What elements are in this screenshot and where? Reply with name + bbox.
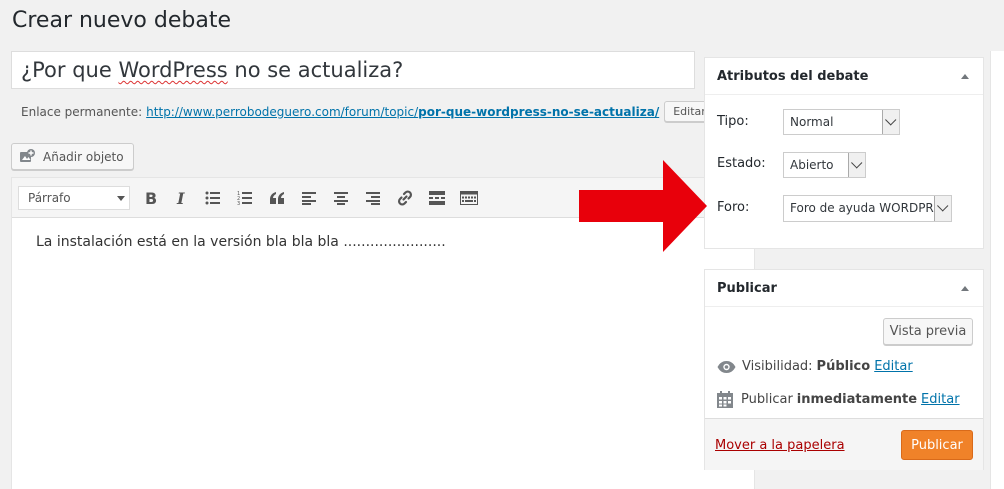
align-right-button[interactable]	[361, 187, 385, 209]
visibility-value: Público	[816, 359, 871, 374]
align-center-icon	[334, 191, 348, 205]
add-media-button[interactable]: Añadir objeto	[11, 143, 134, 170]
topic-attributes-header[interactable]: Atributos del debate	[705, 58, 983, 95]
numbered-list-button[interactable]: 123	[233, 187, 257, 209]
chevron-down-icon	[848, 153, 865, 177]
eye-icon	[717, 360, 736, 373]
bullet-list-button[interactable]	[201, 187, 225, 209]
italic-button[interactable]: I	[169, 187, 193, 209]
add-media-label: Añadir objeto	[43, 149, 124, 164]
schedule-label: Publicar	[741, 392, 793, 407]
read-more-icon	[429, 191, 445, 205]
publish-header[interactable]: Publicar	[705, 270, 983, 307]
schedule-row: Publicar inmediatamente Editar	[717, 391, 960, 408]
collapse-caret-icon[interactable]	[961, 74, 969, 79]
format-select-value: Párrafo	[28, 191, 71, 205]
publish-panel: Publicar Vista previa Visibilidad: Públi…	[704, 269, 984, 470]
add-media-icon	[20, 148, 35, 162]
chevron-down-icon	[117, 196, 125, 201]
post-title-text: ¿Por que WordPress no se actualiza?	[21, 58, 404, 82]
read-more-button[interactable]	[425, 187, 449, 209]
post-title-input[interactable]: ¿Por que WordPress no se actualiza?	[11, 51, 695, 89]
bold-icon: B	[145, 190, 157, 206]
toolbar-toggle-button[interactable]	[457, 187, 481, 209]
visibility-label: Visibilidad:	[742, 359, 813, 374]
align-left-button[interactable]	[297, 187, 321, 209]
publish-title: Publicar	[717, 280, 777, 296]
schedule-edit-link[interactable]: Editar	[921, 392, 960, 407]
chevron-down-icon	[882, 110, 899, 134]
permalink-row: Enlace permanente: http://www.perrobodeg…	[21, 101, 715, 122]
topic-attributes-title: Atributos del debate	[717, 68, 869, 84]
numbered-list-icon: 123	[237, 191, 252, 205]
calendar-icon	[717, 391, 733, 408]
status-select-value: Abierto	[790, 158, 834, 172]
preview-button[interactable]: Vista previa	[883, 318, 973, 345]
forum-select-value: Foro de ayuda WORDPRESS	[790, 201, 952, 215]
type-label: Tipo:	[717, 114, 749, 129]
format-select[interactable]: Párrafo	[18, 186, 130, 210]
italic-icon: I	[176, 190, 185, 206]
permalink-link[interactable]: http://www.perrobodeguero.com/forum/topi…	[146, 105, 659, 119]
visibility-row: Visibilidad: Público Editar	[717, 359, 913, 374]
move-to-trash-link[interactable]: Mover a la papelera	[715, 438, 845, 453]
forum-select[interactable]: Foro de ayuda WORDPRESS	[783, 195, 952, 222]
page-title: Crear nuevo debate	[12, 8, 231, 33]
type-select-value: Normal	[790, 115, 834, 129]
link-icon	[397, 190, 413, 206]
svg-text:I: I	[176, 190, 185, 206]
type-select[interactable]: Normal	[783, 109, 900, 135]
topic-attributes-panel: Atributos del debate Tipo: Normal Estado…	[704, 57, 984, 249]
blockquote-icon	[270, 192, 284, 204]
forum-label: Foro:	[717, 200, 750, 215]
right-edge-panel	[990, 51, 1004, 489]
toolbar-toggle-icon	[460, 191, 478, 205]
align-left-icon	[302, 191, 316, 205]
svg-text:B: B	[145, 190, 157, 206]
annotation-arrow-icon	[579, 160, 707, 252]
visibility-edit-link[interactable]: Editar	[874, 359, 913, 374]
permalink-label: Enlace permanente:	[21, 104, 143, 119]
editor-content[interactable]: La instalación está en la versión bla bl…	[36, 234, 446, 250]
align-center-button[interactable]	[329, 187, 353, 209]
chevron-down-icon	[934, 196, 951, 221]
status-label: Estado:	[717, 156, 766, 171]
bold-button[interactable]: B	[138, 187, 162, 209]
align-right-icon	[366, 191, 380, 205]
link-button[interactable]	[393, 187, 417, 209]
status-select[interactable]: Abierto	[783, 152, 866, 178]
blockquote-button[interactable]	[265, 187, 289, 209]
bullet-list-icon	[205, 191, 220, 205]
publish-actions: Mover a la papelera Publicar	[705, 418, 983, 470]
collapse-caret-icon[interactable]	[961, 286, 969, 291]
publish-button[interactable]: Publicar	[901, 430, 973, 460]
schedule-value: inmediatamente	[796, 392, 918, 407]
svg-text:3: 3	[237, 201, 240, 205]
